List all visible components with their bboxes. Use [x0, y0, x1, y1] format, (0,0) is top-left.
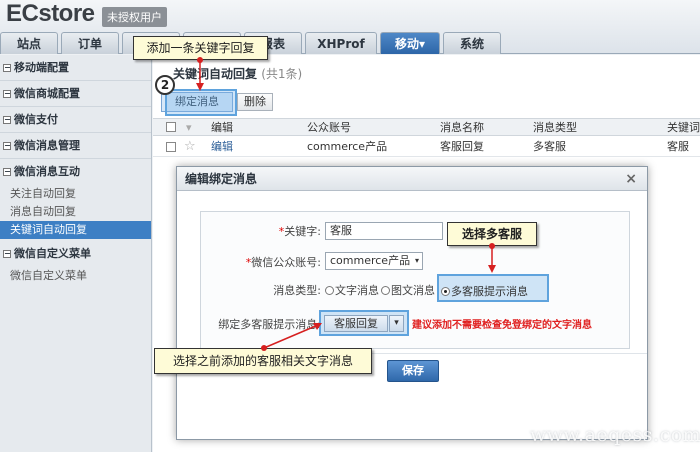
watermark: www.aeqess.com [530, 424, 700, 446]
arrow-head-add [196, 83, 204, 91]
arrow-line-previous [263, 324, 319, 349]
arrow-dot-add [197, 57, 203, 63]
arrow-head-multi [488, 265, 496, 273]
arrow-dot-previous [261, 345, 267, 351]
annotation-arrows [196, 57, 496, 351]
arrow-dot-multi [489, 243, 495, 249]
